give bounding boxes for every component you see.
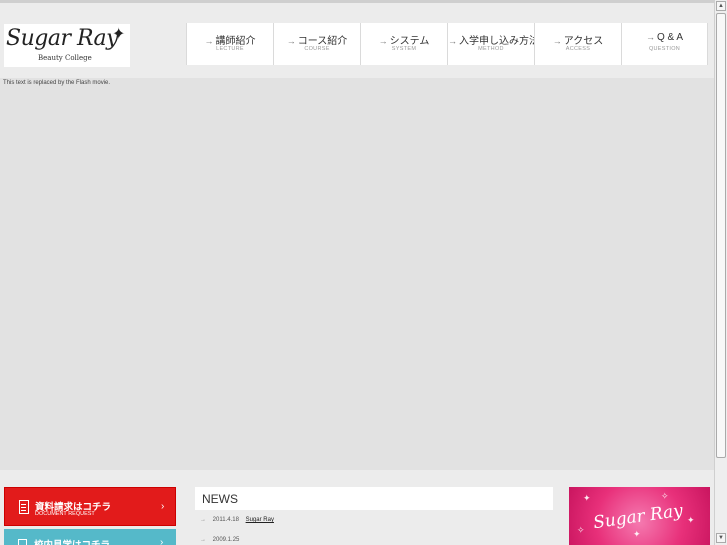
nav-sublabel: ACCESS xyxy=(565,46,591,52)
list-item: → 2011.4.18 Sugar Ray xyxy=(200,517,274,537)
arrow-right-icon: → xyxy=(645,32,655,42)
nav-label: Q & A xyxy=(656,32,684,43)
logo-subtitle: Beauty College xyxy=(38,54,92,62)
site-logo[interactable]: Sugar Ray ✦ Beauty College xyxy=(4,24,130,67)
news-title: NEWS xyxy=(202,492,238,506)
arrow-right-icon: → xyxy=(200,537,206,543)
school-icon xyxy=(18,539,27,545)
sparkle-icon: ✧ xyxy=(577,525,585,535)
list-item: → 2009.1.25 xyxy=(200,537,274,545)
vertical-scrollbar[interactable]: ▲ ▼ xyxy=(714,0,727,545)
chevron-right-icon: › xyxy=(161,501,165,512)
sparkle-icon: ✦ xyxy=(583,493,591,503)
sparkle-icon: ✧ xyxy=(661,491,669,501)
arrow-right-icon: → xyxy=(204,36,214,46)
logo-star-icon: ✦ xyxy=(112,26,126,43)
nav-sublabel: LECTURE xyxy=(216,46,244,52)
arrow-right-icon: → xyxy=(448,36,457,46)
news-list: → 2011.4.18 Sugar Ray → 2009.1.25 xyxy=(200,517,274,545)
nav-sublabel: QUESTION xyxy=(648,46,681,52)
news-link[interactable]: Sugar Ray xyxy=(246,517,274,523)
document-request-button[interactable]: 資料請求はコチラ DOCUMENT REQUEST › xyxy=(4,487,176,526)
sparkle-icon: ✦ xyxy=(687,515,695,525)
sugar-ray-banner[interactable]: ✦ ✧ ✦ ✧ ✦ Sugar Ray xyxy=(569,487,710,545)
arrow-right-icon: → xyxy=(552,36,562,46)
sparkle-icon: ✦ xyxy=(633,529,641,539)
nav-item-lecture[interactable]: → 講師紹介 LECTURE xyxy=(186,23,273,65)
logo-script-text: Sugar Ray xyxy=(6,26,119,51)
header: Sugar Ray ✦ Beauty College → 講師紹介 LECTURE… xyxy=(0,3,714,78)
main-nav: → 講師紹介 LECTURE → コース紹介 COURSE → システム SYSTEM… xyxy=(186,23,708,65)
campus-visit-button[interactable]: 校内見学はコチラ › xyxy=(4,529,176,545)
flash-movie-area xyxy=(0,78,714,470)
arrow-right-icon: → xyxy=(286,36,296,46)
nav-item-method[interactable]: → 入学申し込み方法 METHOD xyxy=(447,23,539,65)
scroll-down-icon[interactable]: ▼ xyxy=(716,533,726,543)
campus-visit-label: 校内見学はコチラ xyxy=(34,537,110,545)
nav-item-course[interactable]: → コース紹介 COURSE xyxy=(273,23,360,65)
arrow-right-icon: → xyxy=(378,36,388,46)
nav-item-access[interactable]: → アクセス ACCESS xyxy=(534,23,621,65)
news-header: NEWS xyxy=(195,487,553,510)
document-request-sublabel: DOCUMENT REQUEST xyxy=(35,511,95,517)
nav-sublabel: SYSTEM xyxy=(391,46,417,52)
nav-sublabel: METHOD xyxy=(478,46,504,52)
scroll-thumb[interactable] xyxy=(716,13,726,458)
document-icon xyxy=(19,500,29,514)
arrow-right-icon: → xyxy=(200,517,206,523)
chevron-right-icon: › xyxy=(160,537,164,545)
news-date: 2011.4.18 xyxy=(212,517,239,523)
news-date: 2009.1.25 xyxy=(212,537,240,543)
nav-item-system[interactable]: → システム SYSTEM xyxy=(360,23,447,65)
scroll-up-icon[interactable]: ▲ xyxy=(716,1,726,11)
nav-sublabel: COURSE xyxy=(304,46,330,52)
nav-item-question[interactable]: → Q & A QUESTION xyxy=(621,23,708,65)
flash-placeholder-text: This text is replaced by the Flash movie… xyxy=(3,80,111,86)
